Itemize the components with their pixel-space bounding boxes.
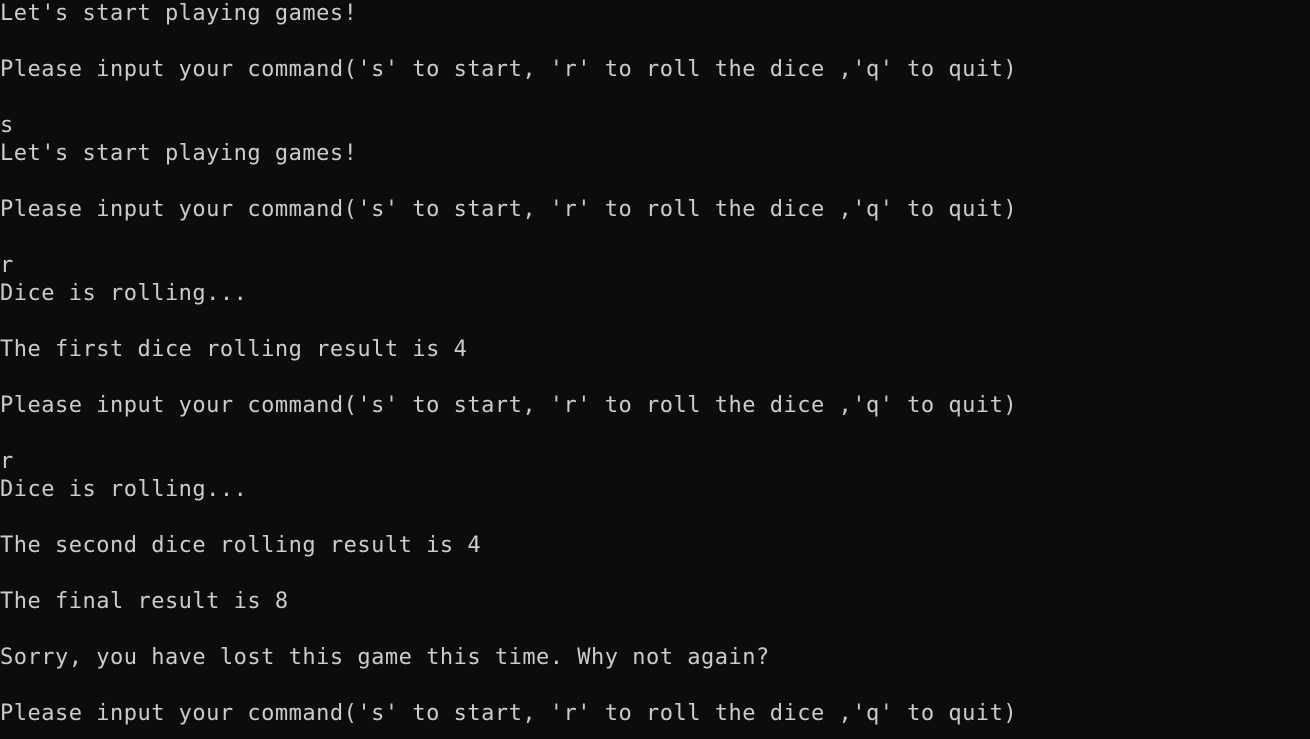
user-input: r — [0, 449, 14, 474]
game-start-message: Let's start playing games! — [0, 141, 358, 166]
final-result: The final result is 8 — [0, 589, 289, 614]
user-input: r — [0, 253, 14, 278]
rolling-message: Dice is rolling... — [0, 281, 248, 306]
user-input: s — [0, 113, 14, 138]
command-prompt: Please input your command('s' to start, … — [0, 57, 1018, 82]
command-prompt: Please input your command('s' to start, … — [0, 197, 1018, 222]
console-output[interactable]: Let's start playing games! Please input … — [0, 0, 1310, 739]
first-roll-result: The first dice rolling result is 4 — [0, 337, 468, 362]
second-roll-result: The second dice rolling result is 4 — [0, 533, 482, 558]
game-lost-message: Sorry, you have lost this game this time… — [0, 645, 770, 670]
game-start-message: Let's start playing games! — [0, 1, 358, 26]
rolling-message: Dice is rolling... — [0, 477, 248, 502]
command-prompt: Please input your command('s' to start, … — [0, 701, 1018, 726]
command-prompt: Please input your command('s' to start, … — [0, 393, 1018, 418]
